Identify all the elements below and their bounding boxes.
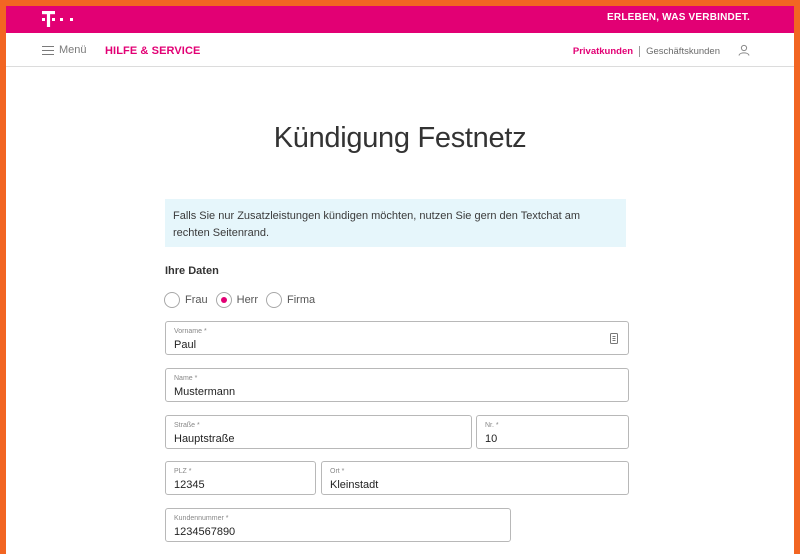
brand-bar: ERLEBEN, WAS VERBINDET. <box>6 6 794 33</box>
kundennummer-value[interactable]: 1234567890 <box>174 526 235 538</box>
user-icon[interactable] <box>738 44 750 56</box>
form-section-label: Ihre Daten <box>165 265 219 277</box>
name-value[interactable]: Mustermann <box>174 386 235 398</box>
radio-circle-frau[interactable] <box>164 292 180 308</box>
radio-circle-herr[interactable] <box>215 292 232 308</box>
plz-value[interactable]: 12345 <box>174 479 205 491</box>
radio-label-frau: Frau <box>185 294 208 306</box>
section-title-link[interactable]: HILFE & SERVICE <box>105 45 200 57</box>
salutation-radio-group: Frau Herr Firma <box>164 292 323 308</box>
name-label: Name * <box>174 375 198 382</box>
kundennummer-label: Kundennummer * <box>174 515 229 522</box>
segment-link-geschaeftskunden[interactable]: Geschäftskunden <box>646 46 720 57</box>
customer-segment-switch: Privatkunden Geschäftskunden <box>573 46 720 57</box>
radio-frau[interactable]: Frau <box>164 292 208 308</box>
ort-label: Ort * <box>330 468 345 475</box>
vorname-field[interactable]: Vorname * Paul <box>165 321 629 355</box>
plz-field[interactable]: PLZ * 12345 <box>165 461 316 495</box>
hamburger-icon <box>42 45 54 55</box>
ort-field[interactable]: Ort * Kleinstadt <box>321 461 629 495</box>
telekom-logo[interactable] <box>40 9 80 29</box>
main-navigation: Menü HILFE & SERVICE Privatkunden Geschä… <box>6 33 794 67</box>
page-title: Kündigung Festnetz <box>273 122 527 154</box>
segment-link-privatkunden[interactable]: Privatkunden <box>573 46 633 57</box>
menu-label: Menü <box>59 44 87 56</box>
radio-firma[interactable]: Firma <box>266 292 315 308</box>
radio-circle-firma[interactable] <box>266 292 283 308</box>
radio-label-herr: Herr <box>236 294 259 306</box>
vorname-value[interactable]: Paul <box>174 339 196 351</box>
hausnummer-value[interactable]: 10 <box>485 433 497 445</box>
plz-label: PLZ * <box>174 468 192 475</box>
strasse-value[interactable]: Hauptstraße <box>174 433 235 445</box>
kundennummer-field[interactable]: Kundennummer * 1234567890 <box>165 508 511 542</box>
ort-value[interactable]: Kleinstadt <box>330 479 378 491</box>
strasse-field[interactable]: Straße * Hauptstraße <box>165 415 472 449</box>
segment-divider <box>639 46 641 57</box>
hausnummer-label: Nr. * <box>485 422 499 429</box>
info-notice: Falls Sie nur Zusatzleistungen kündigen … <box>165 199 626 247</box>
radio-herr[interactable]: Herr <box>215 292 259 308</box>
menu-button[interactable]: Menü <box>42 44 87 56</box>
vorname-label: Vorname * <box>174 328 207 335</box>
browser-page: ERLEBEN, WAS VERBINDET. Menü HILFE & SER… <box>6 6 794 554</box>
contact-card-icon[interactable] <box>610 333 618 344</box>
name-field[interactable]: Name * Mustermann <box>165 368 629 402</box>
strasse-label: Straße * <box>174 422 200 429</box>
hausnummer-field[interactable]: Nr. * 10 <box>476 415 629 449</box>
brand-tagline: ERLEBEN, WAS VERBINDET. <box>607 12 750 23</box>
radio-label-firma: Firma <box>287 294 316 306</box>
